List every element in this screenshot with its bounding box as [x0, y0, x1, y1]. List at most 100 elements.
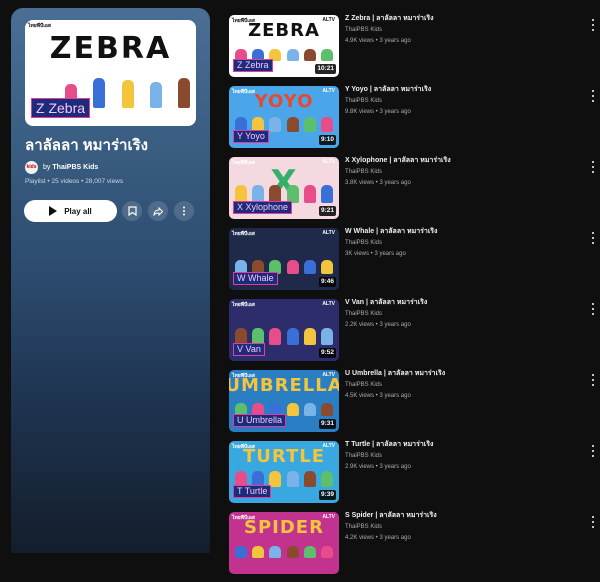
character — [303, 328, 316, 345]
video-thumbnail[interactable]: ไทยพีบีเอส ALTV W Whale 9:46 — [229, 228, 339, 290]
duration-badge: 10:21 — [315, 64, 336, 74]
playlist-video-item[interactable]: ไทยพีบีเอส ALTV W Whale 9:46 W Whale | ลาลัล… — [229, 227, 600, 298]
video-thumbnail[interactable]: ไทยพีบีเอส ALTV V Van 9:52 — [229, 299, 339, 361]
character — [320, 471, 333, 487]
video-channel[interactable]: ThaiPBS Kids — [345, 239, 585, 247]
thumbnail-word: UMBRELLA — [229, 374, 339, 396]
thumbnail-characters — [235, 540, 333, 558]
more-icon[interactable] — [588, 19, 598, 31]
more-icon-dot — [592, 384, 594, 386]
video-channel[interactable]: ThaiPBS Kids — [345, 452, 585, 460]
thumbnail-word: SPIDER — [244, 516, 324, 538]
more-icon-dot — [592, 171, 594, 173]
video-title[interactable]: T Turtle | ลาลัลลา หมาร่าเริง — [345, 440, 585, 449]
thumbnail-label: X Xylophone — [233, 201, 293, 214]
video-title[interactable]: X Xylophone | ลาลัลลา หมาร่าเริง — [345, 156, 585, 165]
playlist-thumbnail[interactable]: ไทยพีบีเอส ZEBRA Z Zebra — [25, 20, 196, 126]
character — [303, 403, 316, 416]
video-title[interactable]: Z Zebra | ลาลัลลา หมาร่าเริง — [345, 14, 585, 23]
video-info: W Whale | ลาลัลลา หมาร่าเริง ThaiPBS Kids… — [345, 227, 585, 258]
share-button[interactable] — [148, 201, 168, 221]
playlist-owner[interactable]: kids by ThaiPBS Kids — [25, 160, 98, 174]
video-thumbnail[interactable]: ไทยพีบีเอส ALTV TURTLE T Turtle 9:39 — [229, 441, 339, 503]
avatar: kids — [25, 160, 38, 174]
more-icon[interactable] — [588, 516, 598, 528]
video-thumbnail[interactable]: ไทยพีบีเอส ALTV ZEBRA Z Zebra 10:21 — [229, 15, 339, 77]
video-thumbnail[interactable]: ไทยพีบีเอส ALTV SPIDER — [229, 512, 339, 574]
video-title[interactable]: U Umbrella | ลาลัลลา หมาร่าเริง — [345, 369, 585, 378]
video-title[interactable]: Y Yoyo | ลาลัลลา หมาร่าเริง — [345, 85, 585, 94]
duration-badge: 9:39 — [318, 490, 336, 500]
duration-badge: 9:31 — [318, 419, 336, 429]
more-icon[interactable] — [588, 445, 598, 457]
character — [303, 471, 316, 487]
more-icon[interactable] — [588, 161, 598, 173]
more-icon[interactable] — [588, 232, 598, 244]
character — [286, 260, 299, 274]
video-info: Z Zebra | ลาลัลลา หมาร่าเริง ThaiPBS Kids… — [345, 14, 585, 45]
thumbnail-label: W Whale — [233, 272, 278, 285]
more-icon-dot — [592, 100, 594, 102]
video-stats: 4.5K views • 3 years ago — [345, 393, 411, 399]
playlist-video-item[interactable]: ไทยพีบีเอส ALTV SPIDER S Spider | ลาลัลลา ห… — [229, 511, 600, 582]
video-channel[interactable]: ThaiPBS Kids — [345, 97, 585, 105]
duration-badge: 9:10 — [318, 135, 336, 145]
playlist-header-panel: ไทยพีบีเอส ZEBRA Z Zebra ลาลัลลา หมาร่าเ… — [11, 8, 210, 553]
character — [303, 260, 316, 274]
video-thumbnail[interactable]: ไทยพีบีเอส ALTV X X Xylophone 9:21 — [229, 157, 339, 219]
playlist-video-item[interactable]: ไทยพีบีเอส ALTV TURTLE T Turtle 9:39 T Turtle… — [229, 440, 600, 511]
video-list: ไทยพีบีเอส ALTV ZEBRA Z Zebra 10:21 Z Zebra |… — [229, 14, 600, 582]
video-channel[interactable]: ThaiPBS Kids — [345, 523, 585, 531]
thumbnail-word: YOYO — [254, 90, 314, 112]
character — [303, 185, 316, 203]
more-icon-dot — [592, 374, 594, 376]
save-playlist-button[interactable] — [122, 201, 142, 221]
more-actions-button[interactable] — [174, 201, 194, 221]
character — [320, 49, 333, 61]
playlist-meta: Playlist • 25 videos • 28,007 views — [25, 178, 124, 185]
more-icon[interactable] — [588, 303, 598, 315]
video-info: U Umbrella | ลาลัลลา หมาร่าเริง ThaiPBS K… — [345, 369, 585, 400]
character — [286, 403, 299, 416]
playlist-video-item[interactable]: ไทยพีบีเอส ALTV X X Xylophone 9:21 X Xylophon… — [229, 156, 600, 227]
video-thumbnail[interactable]: ไทยพีบีเอส ALTV UMBRELLA U Umbrella 9:31 — [229, 370, 339, 432]
video-channel[interactable]: ThaiPBS Kids — [345, 381, 585, 389]
video-title[interactable]: W Whale | ลาลัลลา หมาร่าเริง — [345, 227, 585, 236]
more-icon-dot — [592, 308, 594, 310]
video-info: S Spider | ลาลัลลา หมาร่าเริง ThaiPBS Kid… — [345, 511, 585, 542]
character — [286, 546, 299, 558]
video-title[interactable]: S Spider | ลาลัลลา หมาร่าเริง — [345, 511, 585, 520]
character — [320, 546, 333, 558]
video-channel[interactable]: ThaiPBS Kids — [345, 26, 585, 34]
play-all-label: Play all — [64, 206, 92, 216]
more-icon-dot — [592, 445, 594, 447]
thumbnail-word: ZEBRA — [49, 30, 172, 66]
playlist-video-item[interactable]: ไทยพีบีเอส ALTV ZEBRA Z Zebra 10:21 Z Zebra |… — [229, 14, 600, 85]
thumbnail-label: V Van — [233, 343, 265, 356]
thumbnail-label: Z Zebra — [233, 59, 273, 72]
thumbnail-label: U Umbrella — [233, 414, 287, 427]
character — [269, 117, 282, 132]
more-icon[interactable] — [588, 90, 598, 102]
video-channel[interactable]: ThaiPBS Kids — [345, 168, 585, 176]
thumbnail-label: Z Zebra — [31, 98, 91, 118]
playlist-video-item[interactable]: ไทยพีบีเอส ALTV V Van 9:52 V Van | ลาลัลลา ห… — [229, 298, 600, 369]
more-icon-dot — [592, 24, 594, 26]
playlist-video-item[interactable]: ไทยพีบีเอส ALTV UMBRELLA U Umbrella 9:31 U Um… — [229, 369, 600, 440]
character — [269, 328, 282, 345]
more-icon-dot — [592, 379, 594, 381]
video-info: X Xylophone | ลาลัลลา หมาร่าเริง ThaiPBS … — [345, 156, 585, 187]
playlist-video-item[interactable]: ไทยพีบีเอส ALTV YOYO Y Yoyo 9:10 Y Yoyo | ลาล… — [229, 85, 600, 156]
thumbnail-label: Y Yoyo — [233, 130, 269, 143]
video-title[interactable]: V Van | ลาลัลลา หมาร่าเริง — [345, 298, 585, 307]
video-info: Y Yoyo | ลาลัลลา หมาร่าเริง ThaiPBS Kids 9… — [345, 85, 585, 116]
character — [269, 546, 282, 558]
more-icon[interactable] — [588, 374, 598, 386]
character — [320, 403, 333, 416]
more-icon-dot — [592, 450, 594, 452]
video-stats: 3K views • 3 years ago — [345, 251, 406, 257]
video-thumbnail[interactable]: ไทยพีบีเอส ALTV YOYO Y Yoyo 9:10 — [229, 86, 339, 148]
more-icon-dot — [592, 303, 594, 305]
play-all-button[interactable]: Play all — [24, 200, 117, 222]
video-channel[interactable]: ThaiPBS Kids — [345, 310, 585, 318]
